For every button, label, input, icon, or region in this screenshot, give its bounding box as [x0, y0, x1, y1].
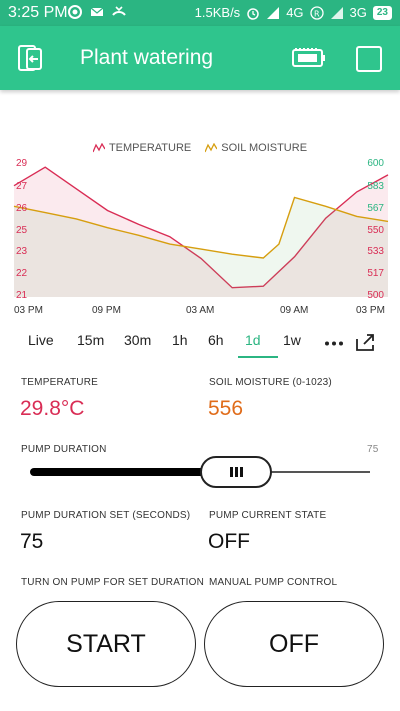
x-tick: 03 AM: [186, 305, 215, 316]
signal-icon: [267, 6, 280, 19]
roaming-icon: R: [309, 5, 324, 20]
x-tick: 09 PM: [92, 305, 121, 316]
pump-duration-label: PUMP DURATION: [21, 444, 107, 455]
notification-icon: [68, 5, 82, 19]
time-range-tabs: Live 15m 30m 1h 6h 1d 1w: [0, 332, 400, 358]
active-tab-indicator: [238, 356, 278, 358]
pump-duration-slider-thumb[interactable]: [200, 456, 272, 488]
tab-15m[interactable]: 15m: [77, 332, 104, 348]
back-icon[interactable]: [16, 43, 46, 73]
y-right-tick: 567: [367, 203, 384, 214]
svg-text:R: R: [314, 9, 320, 18]
network-speed: 1.5KB/s: [194, 5, 241, 20]
device-battery-icon[interactable]: [292, 47, 326, 69]
slider-track-filled[interactable]: [30, 468, 220, 476]
history-chart[interactable]: [0, 155, 400, 305]
pump-duration-set-label: PUMP DURATION SET (SECONDS): [21, 510, 191, 521]
device-square-button[interactable]: [356, 46, 382, 72]
temperature-label: TEMPERATURE: [21, 377, 99, 388]
status-bar: 3:25 PM 1.5KB/s 4G R 3G 23: [0, 0, 400, 26]
y-left-tick: 21: [16, 290, 28, 301]
y-left-tick: 26: [16, 203, 28, 214]
legend-line-icon-temperature: [92, 143, 105, 153]
tab-live[interactable]: Live: [28, 332, 54, 348]
tab-1d[interactable]: 1d: [245, 332, 261, 348]
x-tick: 03 PM: [356, 305, 385, 316]
signal-icon-2: [330, 6, 343, 19]
y-right-tick: 533: [367, 246, 384, 257]
turn-on-pump-label: TURN ON PUMP FOR SET DURATION: [21, 577, 205, 588]
network-type-1: 4G: [286, 5, 304, 20]
status-time: 3:25 PM: [8, 4, 68, 21]
pump-state-value: OFF: [208, 530, 250, 553]
y-left-tick: 27: [16, 181, 28, 192]
missed-call-icon: [112, 6, 126, 16]
slider-track-empty[interactable]: [268, 471, 370, 473]
more-icon[interactable]: [324, 341, 344, 346]
chart-legend: TEMPERATURE SOIL MOISTURE: [0, 142, 400, 154]
x-tick: 03 PM: [14, 305, 43, 316]
app-title: Plant watering: [80, 46, 214, 69]
grip-icon: [229, 467, 243, 477]
y-left-tick: 23: [16, 246, 28, 257]
y-right-tick: 600: [367, 158, 384, 169]
alarm-icon: [247, 7, 259, 20]
tab-1h[interactable]: 1h: [172, 332, 188, 348]
legend-item-temperature: TEMPERATURE: [92, 142, 192, 154]
pump-state-label: PUMP CURRENT STATE: [209, 510, 327, 521]
legend-line-icon-soil: [205, 143, 218, 153]
soil-moisture-value: 556: [208, 397, 244, 420]
tab-6h[interactable]: 6h: [208, 332, 224, 348]
tab-1w[interactable]: 1w: [283, 332, 301, 348]
legend-item-soil: SOIL MOISTURE: [205, 142, 307, 154]
y-right-tick: 517: [367, 268, 384, 279]
y-right-tick: 500: [367, 290, 384, 301]
y-left-tick: 29: [16, 158, 28, 169]
y-left-tick: 22: [16, 268, 28, 279]
soil-moisture-label: SOIL MOISTURE (0-1023): [209, 377, 332, 388]
start-button[interactable]: START: [16, 601, 196, 687]
temperature-value: 29.8°C: [20, 397, 85, 420]
manual-off-button[interactable]: OFF: [204, 601, 384, 687]
mail-icon: [90, 7, 104, 16]
x-tick: 09 AM: [280, 305, 309, 316]
y-left-tick: 25: [16, 225, 28, 236]
network-type-2: 3G: [349, 5, 367, 20]
app-header: Plant watering: [0, 26, 400, 90]
legend-label-soil: SOIL MOISTURE: [221, 142, 308, 154]
fullscreen-icon[interactable]: [355, 333, 375, 351]
pump-duration-set-value: 75: [20, 530, 44, 553]
pump-duration-value: 75: [367, 444, 379, 455]
tab-30m[interactable]: 30m: [124, 332, 151, 348]
battery-level: 23: [372, 5, 392, 20]
y-right-tick: 550: [367, 225, 384, 236]
y-right-tick: 583: [367, 181, 384, 192]
manual-pump-label: MANUAL PUMP CONTROL: [209, 577, 338, 588]
legend-label-temperature: TEMPERATURE: [108, 142, 192, 154]
